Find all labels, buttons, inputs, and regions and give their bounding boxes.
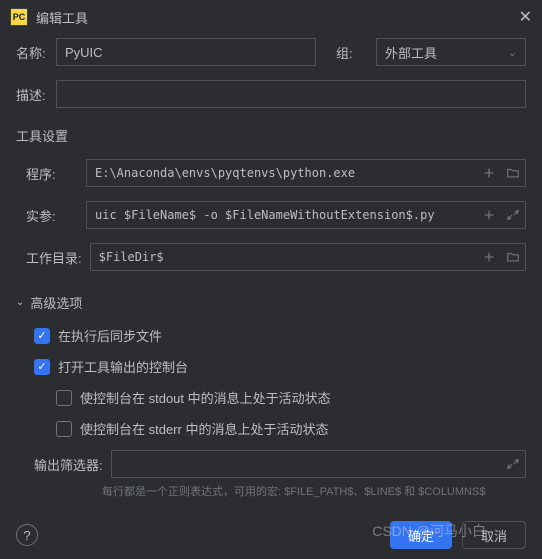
expand-icon[interactable]	[501, 202, 525, 228]
sync-label: 在执行后同步文件	[58, 326, 162, 345]
ok-button[interactable]: 确定	[390, 521, 452, 549]
expand-icon[interactable]	[501, 451, 525, 477]
stdout-checkbox[interactable]	[56, 390, 72, 406]
app-icon: PC	[10, 8, 28, 26]
chevron-down-icon: ⌄	[16, 297, 24, 308]
browse-folder-icon[interactable]	[501, 244, 525, 270]
advanced-toggle[interactable]: ⌄ 高级选项	[16, 293, 526, 312]
name-input[interactable]	[56, 38, 316, 66]
insert-macro-icon[interactable]	[477, 244, 501, 270]
insert-macro-icon[interactable]	[477, 160, 501, 186]
workdir-input[interactable]: $FileDir$	[91, 250, 477, 264]
filter-hint: 每行都是一个正则表达式，可用的宏: $FILE_PATH$、$LINE$ 和 $…	[16, 478, 526, 501]
console-label: 打开工具输出的控制台	[58, 357, 188, 376]
tool-settings-header: 工具设置	[16, 126, 526, 145]
chevron-down-icon: ⌄	[508, 46, 517, 59]
args-label: 实参:	[16, 206, 78, 225]
console-checkbox[interactable]	[34, 359, 50, 375]
browse-folder-icon[interactable]	[501, 160, 525, 186]
sync-checkbox[interactable]	[34, 328, 50, 344]
args-input[interactable]: uic $FileName$ -o $FileNameWithoutExtens…	[87, 208, 477, 222]
workdir-label: 工作目录:	[16, 248, 82, 267]
dialog-title: 编辑工具	[36, 8, 88, 27]
program-label: 程序:	[16, 164, 78, 183]
desc-input[interactable]	[56, 80, 526, 108]
name-label: 名称:	[16, 43, 48, 62]
group-label: 组:	[336, 43, 368, 62]
filter-label: 输出筛选器:	[34, 455, 103, 474]
insert-macro-icon[interactable]	[477, 202, 501, 228]
stdout-label: 使控制台在 stdout 中的消息上处于活动状态	[80, 388, 331, 407]
cancel-button[interactable]: 取消	[462, 521, 526, 549]
close-icon[interactable]: ✕	[519, 7, 532, 27]
desc-label: 描述:	[16, 85, 48, 104]
stderr-label: 使控制台在 stderr 中的消息上处于活动状态	[80, 419, 328, 438]
advanced-label: 高级选项	[30, 293, 82, 312]
stderr-checkbox[interactable]	[56, 421, 72, 437]
group-value: 外部工具	[385, 43, 437, 62]
group-select[interactable]: 外部工具 ⌄	[376, 38, 526, 66]
program-input[interactable]: E:\Anaconda\envs\pyqtenvs\python.exe	[87, 166, 477, 180]
filter-input[interactable]	[112, 451, 501, 477]
title-bar: PC 编辑工具 ✕	[0, 0, 542, 38]
help-button[interactable]: ?	[16, 524, 38, 546]
